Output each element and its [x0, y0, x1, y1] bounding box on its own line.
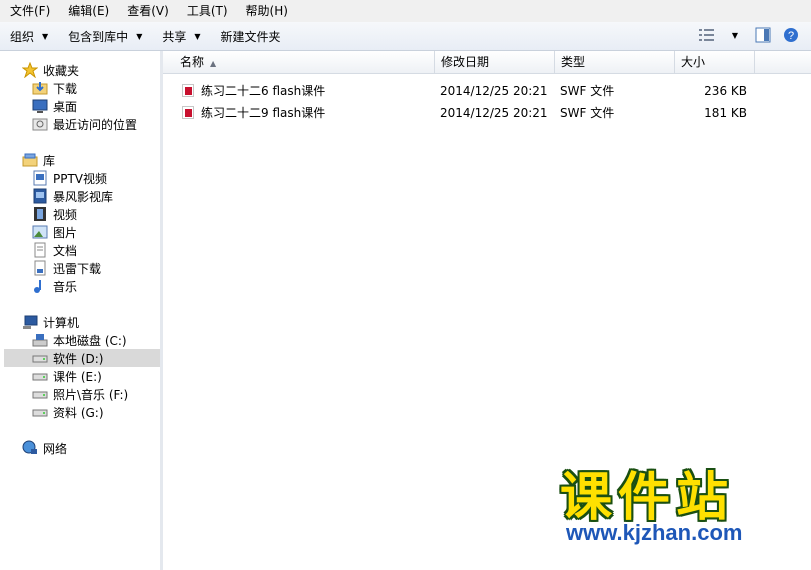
file-size: 236 KB — [704, 84, 747, 98]
nav-item-videos[interactable]: 视频 — [32, 205, 77, 223]
file-type: SWF 文件 — [560, 84, 615, 98]
document-icon — [32, 242, 48, 258]
organize-button[interactable]: 组织 ▼ — [4, 24, 58, 48]
column-name[interactable]: 名称 ▲ — [163, 51, 435, 73]
file-type: SWF 文件 — [560, 106, 615, 120]
chevron-down-icon: ▼ — [194, 31, 201, 41]
preview-pane-button[interactable] — [753, 25, 773, 45]
video-library-icon — [32, 170, 48, 186]
nav-item-desktop[interactable]: 桌面 — [32, 97, 77, 115]
menu-tools[interactable]: 工具(T) — [177, 0, 236, 22]
watermark-logo: 课件站 www.kjzhan.com — [560, 468, 800, 548]
nav-computer[interactable]: 计算机 — [22, 313, 79, 331]
flash-file-icon — [182, 106, 194, 119]
column-size[interactable]: 大小 — [675, 51, 755, 73]
sort-ascending-icon: ▲ — [210, 59, 217, 68]
nav-item-downloads[interactable]: 下载 — [32, 79, 77, 97]
hard-drive-icon — [32, 404, 48, 420]
nav-item-baofeng[interactable]: 暴风影视库 — [32, 187, 113, 205]
column-header-row: 名称 ▲ 修改日期 类型 大小 — [163, 51, 811, 74]
file-date: 2014/12/25 20:21 — [440, 106, 548, 120]
nav-favorites[interactable]: 收藏夹 — [21, 61, 79, 79]
system-drive-icon — [32, 332, 48, 348]
nav-item-music[interactable]: 音乐 — [32, 277, 77, 295]
flash-file-icon — [182, 84, 194, 97]
command-bar: 组织 ▼ 包含到库中 ▼ 共享 ▼ 新建文件夹 ▼ ? — [0, 22, 811, 51]
menu-help[interactable]: 帮助(H) — [236, 0, 296, 22]
help-icon: ? — [784, 28, 798, 42]
nav-item-drive-c[interactable]: 本地磁盘 (C:) — [32, 331, 127, 349]
file-name: 练习二十二6 flash课件 — [201, 84, 326, 98]
file-size: 181 KB — [704, 106, 747, 120]
nav-item-drive-d[interactable]: 软件 (D:) — [4, 349, 160, 367]
svg-text:?: ? — [788, 30, 794, 42]
help-button[interactable]: ? — [781, 25, 801, 45]
organize-label: 组织 — [10, 29, 35, 44]
details-view-icon — [699, 29, 714, 41]
nav-libraries[interactable]: 库 — [22, 151, 55, 169]
menu-file[interactable]: 文件(F) — [0, 0, 58, 22]
picture-icon — [32, 224, 48, 240]
nav-item-drive-f[interactable]: 照片\音乐 (F:) — [32, 385, 128, 403]
menu-edit[interactable]: 编辑(E) — [58, 0, 117, 22]
desktop-icon — [32, 98, 48, 114]
chevron-down-icon: ▼ — [136, 31, 143, 41]
new-folder-label: 新建文件夹 — [220, 29, 281, 44]
new-folder-button[interactable]: 新建文件夹 — [215, 24, 291, 48]
nav-item-documents[interactable]: 文档 — [32, 241, 77, 259]
file-date: 2014/12/25 20:21 — [440, 84, 548, 98]
table-row[interactable]: 练习二十二6 flash课件 2014/12/25 20:21 SWF 文件 2… — [163, 81, 811, 101]
nav-item-drive-e[interactable]: 课件 (E:) — [32, 367, 102, 385]
menu-view[interactable]: 查看(V) — [117, 0, 177, 22]
chevron-down-icon: ▼ — [731, 30, 739, 40]
column-type[interactable]: 类型 — [555, 51, 675, 73]
hard-drive-icon — [32, 386, 48, 402]
column-date-modified[interactable]: 修改日期 — [435, 51, 555, 73]
include-library-button[interactable]: 包含到库中 ▼ — [62, 24, 152, 48]
include-library-label: 包含到库中 — [68, 29, 129, 44]
film-icon — [32, 206, 48, 222]
library-icon — [22, 152, 38, 168]
share-label: 共享 — [162, 29, 187, 44]
chevron-down-icon: ▼ — [42, 31, 49, 41]
navigation-pane: 收藏夹 下载 桌面 最近访问的位置 库 PPTV视频 暴风影视库 视频 图片 文… — [0, 51, 161, 570]
nav-item-drive-g[interactable]: 资料 (G:) — [32, 403, 104, 421]
hard-drive-icon — [32, 368, 48, 384]
table-row[interactable]: 练习二十二9 flash课件 2014/12/25 20:21 SWF 文件 1… — [163, 103, 811, 123]
nav-item-recent[interactable]: 最近访问的位置 — [32, 115, 137, 133]
file-name: 练习二十二9 flash课件 — [201, 106, 326, 120]
recent-places-icon — [32, 116, 48, 132]
watermark-logo-text: 课件站 — [560, 468, 735, 528]
preview-pane-icon — [755, 27, 771, 43]
nav-item-pptv[interactable]: PPTV视频 — [32, 169, 107, 187]
computer-icon — [22, 314, 38, 330]
star-icon — [21, 61, 39, 79]
watermark-url: www.kjzhan.com — [566, 520, 743, 545]
nav-network[interactable]: 网络 — [22, 439, 67, 457]
hard-drive-icon — [32, 350, 48, 366]
nav-item-pictures[interactable]: 图片 — [32, 223, 77, 241]
download-folder-icon — [32, 80, 48, 96]
share-button[interactable]: 共享 ▼ — [156, 24, 210, 48]
download-library-icon — [32, 260, 48, 276]
view-menu-button[interactable]: ▼ — [725, 25, 745, 45]
nav-item-thunder[interactable]: 迅雷下载 — [32, 259, 101, 277]
menu-bar: 文件(F) 编辑(E) 查看(V) 工具(T) 帮助(H) — [0, 0, 811, 22]
video-library-icon — [32, 188, 48, 204]
network-icon — [22, 440, 38, 456]
music-icon — [32, 278, 48, 294]
view-options-button[interactable] — [697, 25, 717, 45]
